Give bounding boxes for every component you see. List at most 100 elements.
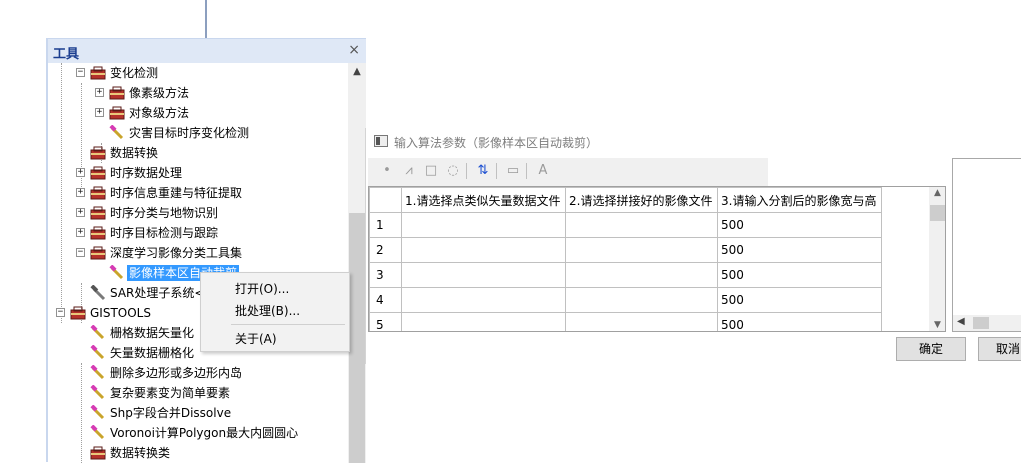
empty-cell — [882, 288, 932, 313]
point-icon[interactable]: • — [378, 162, 396, 180]
ok-button[interactable]: 确定 — [896, 337, 966, 361]
tree-node-data-conversion[interactable]: 数据转换 — [48, 143, 348, 163]
toolbox-icon — [70, 306, 86, 320]
parameters-table: 1.请选择点类似矢量数据文件 2.请选择拼接好的影像文件 3.请输入分割后的影像… — [368, 186, 946, 332]
tree-node-label: 复杂要素变为简单要素 — [110, 386, 231, 400]
cancel-button[interactable]: 取消 — [978, 337, 1021, 361]
collapse-icon[interactable]: − — [56, 308, 65, 317]
close-icon[interactable]: × — [348, 42, 360, 58]
column-header[interactable]: 3.请输入分割后的影像宽与高 — [717, 187, 882, 213]
collapse-icon[interactable]: − — [76, 248, 85, 257]
table-header-row: 1.请选择点类似矢量数据文件 2.请选择拼接好的影像文件 3.请输入分割后的影像… — [369, 187, 932, 213]
row-number: 2 — [369, 237, 402, 263]
table-cell[interactable]: 500 — [717, 212, 882, 238]
expand-icon[interactable]: + — [76, 228, 85, 237]
table-vertical-scrollbar[interactable]: ▲ ▼ — [929, 187, 945, 331]
tree-node-label: 数据转换类 — [110, 446, 171, 460]
toolbox-icon — [90, 146, 106, 160]
refresh-icon[interactable]: ⇅ — [474, 162, 492, 180]
toolbar-separator — [496, 163, 497, 179]
table-cell[interactable]: 500 — [717, 262, 882, 288]
table-cell[interactable] — [401, 312, 566, 331]
tree-node-voronoi[interactable]: Voronoi计算Polygon最大内圆圆心 — [48, 423, 348, 443]
empty-cell — [882, 213, 932, 238]
tree-node-label: 时序分类与地物识别 — [110, 206, 219, 220]
tool-hammer-icon — [109, 265, 124, 280]
tree-node-label: 时序目标检测与跟踪 — [110, 226, 219, 240]
chevron-up-icon[interactable]: ▲ — [348, 63, 366, 81]
algorithm-parameters-dialog: 输入算法参数（影像样本区自动裁剪） • ⩘ □ ◌ ⇅ ▭ A 1.请选择点类似… — [365, 128, 1021, 364]
chevron-down-icon[interactable]: ▼ — [929, 320, 945, 330]
table-cell[interactable]: 500 — [717, 287, 882, 313]
tree-node-label: 对象级方法 — [129, 106, 190, 120]
table-cell[interactable] — [565, 287, 718, 313]
corner-cell — [369, 187, 402, 213]
polygon-icon[interactable]: ◌ — [444, 162, 462, 180]
row-number: 3 — [369, 262, 402, 288]
text-icon[interactable]: A — [534, 162, 552, 180]
empty-cell — [882, 238, 932, 263]
tree-node-timeseries-tracking[interactable]: + 时序目标检测与跟踪 — [48, 223, 348, 243]
tree-node-delete-polygon-holes[interactable]: 删除多边形或多边形内岛 — [48, 363, 348, 383]
tools-panel: 工具 × − 变化检测 + 像素级方法 + 对象级方法 灾害目标时序变化检测 数… — [46, 38, 366, 463]
table-cell[interactable]: 500 — [717, 312, 882, 331]
toolbox-icon — [90, 66, 106, 80]
expand-icon[interactable]: + — [95, 108, 104, 117]
expand-icon[interactable]: + — [76, 188, 85, 197]
scrollbar-thumb[interactable] — [930, 205, 945, 221]
tree-node-label: 时序数据处理 — [110, 166, 183, 180]
tree-node-label: SAR处理子系统< — [110, 286, 205, 300]
table-cell[interactable] — [401, 212, 566, 238]
tree-node-label: GISTOOLS — [90, 306, 151, 320]
menu-item-batch[interactable]: 批处理(B)... — [235, 302, 300, 319]
row-number: 4 — [369, 287, 402, 313]
scrollbar-thumb[interactable] — [973, 317, 989, 329]
table-cell[interactable] — [565, 237, 718, 263]
table-row: 4 500 — [369, 287, 932, 313]
table-cell[interactable] — [401, 237, 566, 263]
tree-node-timeseries-reconstruction[interactable]: + 时序信息重建与特征提取 — [48, 183, 348, 203]
expand-icon[interactable]: + — [76, 208, 85, 217]
table-cell[interactable] — [401, 262, 566, 288]
tools-vertical-scrollbar[interactable]: ▲ — [348, 63, 366, 463]
dialog-title: 输入算法参数（影像样本区自动裁剪） — [394, 136, 599, 150]
scrollbar-thumb[interactable] — [349, 213, 365, 463]
tree-node-pixel-method[interactable]: + 像素级方法 — [48, 83, 348, 103]
tree-node-label: 深度学习影像分类工具集 — [110, 246, 243, 260]
column-header[interactable]: 1.请选择点类似矢量数据文件 — [401, 187, 566, 213]
tree-node-multipart-to-single[interactable]: 复杂要素变为简单要素 — [48, 383, 348, 403]
expand-icon[interactable]: + — [76, 168, 85, 177]
rectangle-icon[interactable]: □ — [422, 162, 440, 180]
tree-node-dissolve[interactable]: Shp字段合并Dissolve — [48, 403, 348, 423]
toolbox-icon — [90, 446, 106, 460]
table-cell[interactable]: 500 — [717, 237, 882, 263]
polyline-icon[interactable]: ⩘ — [400, 162, 418, 180]
table-row: 2 500 — [369, 237, 932, 263]
tree-node-change-detection[interactable]: − 变化检测 — [48, 63, 348, 83]
tree-node-deep-learning-toolset[interactable]: − 深度学习影像分类工具集 — [48, 243, 348, 263]
collapse-icon[interactable]: − — [76, 68, 85, 77]
table-cell[interactable] — [565, 212, 718, 238]
expand-icon[interactable]: + — [95, 88, 104, 97]
tree-node-disaster-detection-tool[interactable]: 灾害目标时序变化检测 — [48, 123, 348, 143]
background-divider-line — [205, 0, 207, 38]
column-header[interactable]: 2.请选择拼接好的影像文件 — [565, 187, 718, 213]
context-menu: 打开(O)... 批处理(B)... 关于(A) — [200, 272, 350, 352]
menu-item-about[interactable]: 关于(A) — [235, 330, 277, 347]
table-cell[interactable] — [565, 312, 718, 331]
menu-item-open[interactable]: 打开(O)... — [235, 280, 289, 297]
tree-node-timeseries-classification[interactable]: + 时序分类与地物识别 — [48, 203, 348, 223]
hammer-icon — [90, 285, 106, 301]
tools-panel-title: 工具 — [53, 47, 80, 62]
table-cell[interactable] — [401, 287, 566, 313]
table-cell[interactable] — [565, 262, 718, 288]
chevron-up-icon[interactable]: ▲ — [929, 188, 945, 198]
tree-node-timeseries-processing[interactable]: + 时序数据处理 — [48, 163, 348, 183]
tool-hammer-icon — [90, 425, 105, 440]
chevron-left-icon[interactable]: ◀ — [957, 316, 965, 327]
tree-node-object-method[interactable]: + 对象级方法 — [48, 103, 348, 123]
tree-node-data-conversion-class[interactable]: 数据转换类 — [48, 443, 348, 463]
folder-open-icon[interactable]: ▭ — [504, 162, 522, 180]
toolbox-icon — [90, 226, 106, 240]
preview-horizontal-scrollbar[interactable]: ◀ — [953, 315, 1021, 331]
